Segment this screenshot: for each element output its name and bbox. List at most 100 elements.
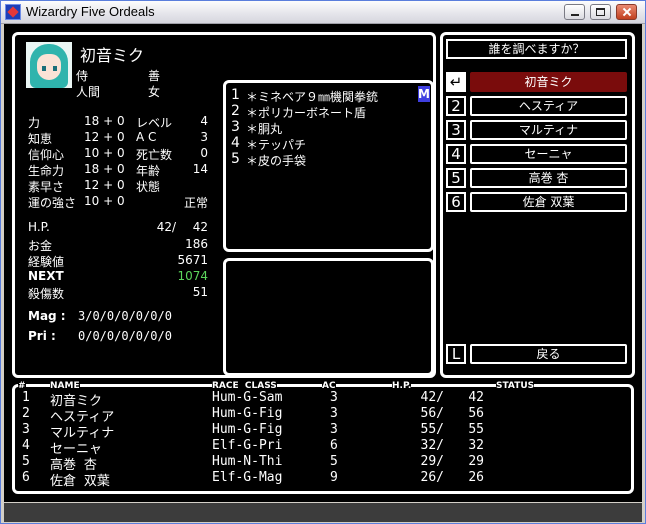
attr-label: 生命力 bbox=[28, 164, 65, 178]
exp-value: 5671 bbox=[177, 253, 208, 267]
menu-item-selected[interactable]: 初音ミク bbox=[470, 72, 627, 92]
row-hp: 26/ bbox=[420, 470, 444, 485]
status-bar bbox=[4, 503, 642, 522]
equip-item[interactable]: ＊テッパチ bbox=[246, 136, 306, 153]
attr2-label: 状態 bbox=[136, 180, 161, 194]
attr2-label: 死亡数 bbox=[136, 148, 173, 162]
row-num: 5 bbox=[22, 454, 30, 469]
info-panel bbox=[223, 258, 434, 376]
attr2-value: 3 bbox=[200, 130, 208, 144]
row-hp-max: 26 bbox=[468, 470, 484, 485]
menu-key: 6 bbox=[446, 192, 466, 212]
menu-key: 3 bbox=[446, 120, 466, 140]
equip-num: 2 bbox=[231, 103, 240, 119]
mag-label: Mag : bbox=[28, 309, 66, 323]
character-name: 初音ミク bbox=[80, 46, 145, 65]
equipped-marker: M bbox=[418, 86, 430, 102]
attr-value: 18 + 0 bbox=[84, 162, 125, 176]
menu-item[interactable]: ヘスティア bbox=[470, 96, 627, 116]
row-num: 3 bbox=[22, 422, 30, 437]
window-title: Wizardry Five Ordeals bbox=[26, 4, 155, 19]
attr-label: 信仰心 bbox=[28, 148, 65, 162]
row-num: 2 bbox=[22, 406, 30, 421]
maximize-button[interactable] bbox=[590, 4, 611, 20]
attr2-label: A C bbox=[136, 130, 157, 144]
next-label: NEXT bbox=[28, 269, 64, 283]
row-ac: 3 bbox=[330, 406, 338, 421]
minimize-button[interactable] bbox=[564, 4, 585, 20]
attr-label: 知恵 bbox=[28, 132, 53, 146]
hp-max: 42 bbox=[192, 220, 208, 234]
character-class: 侍 bbox=[76, 69, 89, 83]
menu-item[interactable]: 高巻 杏 bbox=[470, 168, 627, 188]
row-race-class: Elf-G-Mag bbox=[212, 470, 283, 485]
pri-slots: 0/0/0/0/0/0/0 bbox=[78, 329, 172, 343]
right-eye bbox=[53, 66, 57, 71]
menu-key: 4 bbox=[446, 144, 466, 164]
equip-item[interactable]: ＊ポリカーボネート盾 bbox=[246, 104, 366, 121]
gold-label: お金 bbox=[28, 239, 53, 253]
face-shape bbox=[37, 54, 61, 80]
row-num: 4 bbox=[22, 438, 30, 453]
row-num: 6 bbox=[22, 470, 30, 485]
menu-question: 誰を調べますか？ bbox=[446, 39, 627, 59]
equip-num: 5 bbox=[231, 151, 240, 167]
attr-value: 12 + 0 bbox=[84, 130, 125, 144]
equip-item[interactable]: ＊胴丸 bbox=[246, 120, 282, 137]
status-value: 正常 bbox=[183, 196, 208, 210]
attr-value: 10 + 0 bbox=[84, 146, 125, 160]
hp-current: 42/ bbox=[156, 220, 176, 234]
attr-label: 力 bbox=[28, 116, 41, 130]
equip-item[interactable]: ＊皮の手袋 bbox=[246, 152, 306, 169]
row-hp: 29/ bbox=[420, 454, 444, 469]
attr-value: 12 + 0 bbox=[84, 178, 125, 192]
character-portrait bbox=[26, 42, 72, 88]
row-hp: 56/ bbox=[420, 406, 444, 421]
character-alignment: 善 bbox=[148, 69, 161, 83]
row-hp-max: 29 bbox=[468, 454, 484, 469]
row-ac: 9 bbox=[330, 470, 338, 485]
equip-num: 1 bbox=[231, 87, 240, 103]
attr2-label: 年齢 bbox=[136, 164, 161, 178]
row-race-class: Elf-G-Pri bbox=[212, 438, 283, 453]
back-button[interactable]: 戻る bbox=[470, 344, 627, 364]
row-name: 佐倉 双葉 bbox=[50, 474, 110, 489]
gold-value: 186 bbox=[185, 237, 208, 251]
attr-label: 素早さ bbox=[28, 180, 65, 194]
character-gender: 女 bbox=[148, 85, 161, 99]
title-bar[interactable]: Wizardry Five Ordeals bbox=[1, 1, 645, 24]
attr-value: 18 + 0 bbox=[84, 114, 125, 128]
row-hp: 55/ bbox=[420, 422, 444, 437]
row-hp-max: 32 bbox=[468, 438, 484, 453]
mag-slots: 3/0/0/0/0/0/0 bbox=[78, 309, 172, 323]
menu-item[interactable]: 佐倉 双葉 bbox=[470, 192, 627, 212]
menu-key: 5 bbox=[446, 168, 466, 188]
row-ac: 6 bbox=[330, 438, 338, 453]
row-ac: 3 bbox=[330, 422, 338, 437]
row-ac: 5 bbox=[330, 454, 338, 469]
attr2-value: 14 bbox=[192, 162, 208, 176]
attr-label: 運の強さ bbox=[28, 196, 77, 210]
attr2-label: レベル bbox=[136, 116, 173, 130]
character-race: 人間 bbox=[76, 85, 101, 99]
menu-item[interactable]: セーニャ bbox=[470, 144, 627, 164]
hp-label: H.P. bbox=[28, 220, 50, 234]
row-hp: 42/ bbox=[420, 390, 444, 405]
close-button[interactable] bbox=[616, 4, 637, 20]
app-icon[interactable] bbox=[5, 4, 21, 20]
menu-key: ↵ bbox=[446, 72, 466, 92]
row-hp-max: 55 bbox=[468, 422, 484, 437]
pri-label: Pri : bbox=[28, 329, 56, 343]
row-hp: 32/ bbox=[420, 438, 444, 453]
row-hp-max: 56 bbox=[468, 406, 484, 421]
attr2-value: 0 bbox=[200, 146, 208, 160]
equip-item[interactable]: ＊ミネベア９㎜機関拳銃 bbox=[246, 88, 378, 105]
attr-value: 10 + 0 bbox=[84, 194, 125, 208]
equip-num: 4 bbox=[231, 135, 240, 151]
next-value: 1074 bbox=[177, 269, 208, 283]
menu-item[interactable]: マルティナ bbox=[470, 120, 627, 140]
col-header-status: STATUS bbox=[496, 381, 535, 391]
row-ac: 3 bbox=[330, 390, 338, 405]
app-window: Wizardry Five Ordeals 初音ミク 侍 善 人間 女 力 18… bbox=[0, 0, 646, 524]
kills-label: 殺傷数 bbox=[28, 287, 65, 301]
